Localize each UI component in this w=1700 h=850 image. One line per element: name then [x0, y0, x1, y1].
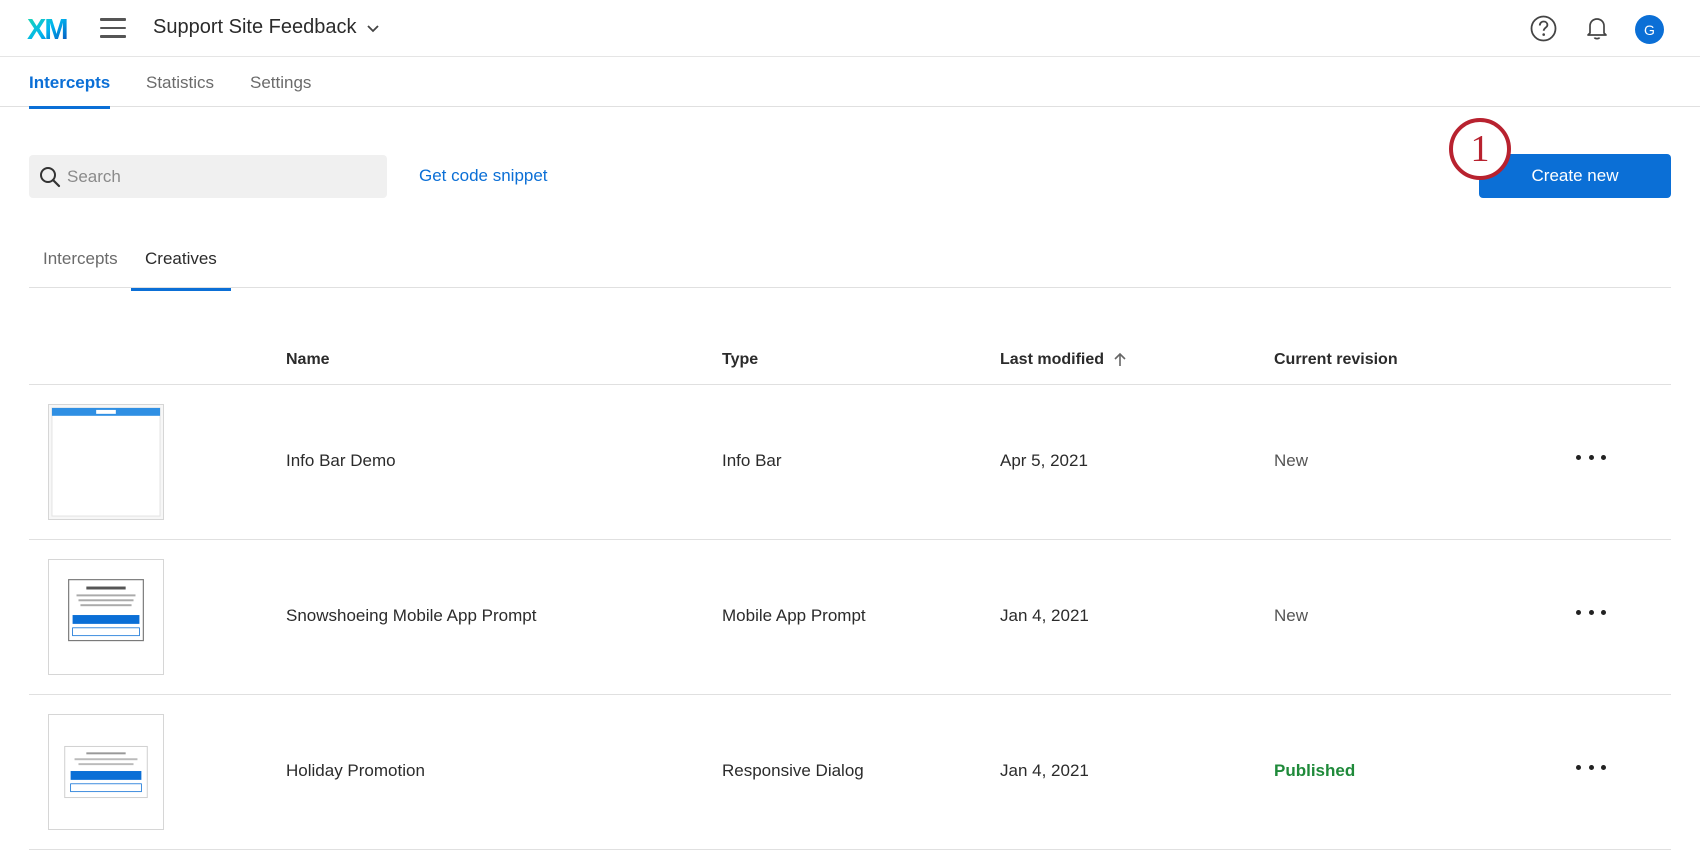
help-icon[interactable]: [1530, 15, 1557, 42]
more-options-icon[interactable]: [1576, 602, 1606, 622]
more-options-icon[interactable]: [1576, 447, 1606, 467]
top-bar: XM Support Site Feedback G: [0, 0, 1700, 57]
avatar[interactable]: G: [1635, 15, 1664, 44]
creative-type: Mobile App Prompt: [722, 606, 866, 625]
table-row[interactable]: Snowshoeing Mobile App Prompt Mobile App…: [29, 540, 1671, 695]
column-header-current-revision[interactable]: Current revision: [1274, 351, 1398, 369]
project-selector[interactable]: Support Site Feedback: [153, 16, 380, 39]
creative-thumbnail[interactable]: [48, 559, 164, 675]
last-modified-date: Jan 4, 2021: [1000, 606, 1089, 625]
tab-settings[interactable]: Settings: [250, 73, 311, 106]
creative-name[interactable]: Snowshoeing Mobile App Prompt: [286, 606, 536, 626]
search-icon: [40, 166, 61, 187]
table-row[interactable]: Info Bar Demo Info Bar Apr 5, 2021 New: [29, 385, 1671, 540]
tab-intercepts[interactable]: Intercepts: [29, 73, 111, 109]
table-header: Name Type Last modified Current revision: [29, 335, 1671, 385]
creative-name[interactable]: Holiday Promotion: [286, 761, 425, 781]
creative-name[interactable]: Info Bar Demo: [286, 451, 396, 471]
last-modified-date: Jan 4, 2021: [1000, 761, 1089, 780]
search-field[interactable]: [29, 155, 387, 198]
subtab-intercepts[interactable]: Intercepts: [29, 249, 132, 288]
creative-thumbnail[interactable]: [48, 714, 164, 830]
subtab-creatives[interactable]: Creatives: [131, 249, 231, 291]
chevron-down-icon: [367, 24, 380, 32]
step-marker-badge: 1: [1449, 118, 1511, 180]
creative-type: Info Bar: [722, 451, 782, 470]
column-header-last-modified[interactable]: Last modified: [1000, 351, 1128, 369]
menu-icon[interactable]: [100, 18, 126, 38]
revision-status: New: [1274, 606, 1309, 625]
project-title: Support Site Feedback: [153, 16, 357, 38]
notification-bell-icon[interactable]: [1585, 15, 1609, 41]
creative-thumbnail[interactable]: [48, 404, 164, 520]
tab-statistics[interactable]: Statistics: [146, 73, 214, 106]
more-options-icon[interactable]: [1576, 757, 1606, 777]
svg-text:XM: XM: [27, 14, 67, 44]
get-code-snippet-link[interactable]: Get code snippet: [419, 166, 548, 186]
revision-status: New: [1274, 451, 1309, 470]
secondary-tab-bar: Intercepts Creatives: [29, 240, 1671, 291]
primary-tab-bar: Intercepts Statistics Settings: [0, 57, 1700, 109]
column-header-type[interactable]: Type: [722, 351, 758, 369]
sort-ascending-icon[interactable]: [1112, 352, 1128, 368]
xm-logo[interactable]: XM: [27, 14, 75, 44]
creative-type: Responsive Dialog: [722, 761, 864, 780]
column-header-name[interactable]: Name: [286, 351, 330, 369]
revision-status: Published: [1274, 761, 1356, 780]
table-row[interactable]: Holiday Promotion Responsive Dialog Jan …: [29, 695, 1671, 850]
search-input[interactable]: [67, 166, 367, 187]
last-modified-date: Apr 5, 2021: [1000, 451, 1088, 470]
